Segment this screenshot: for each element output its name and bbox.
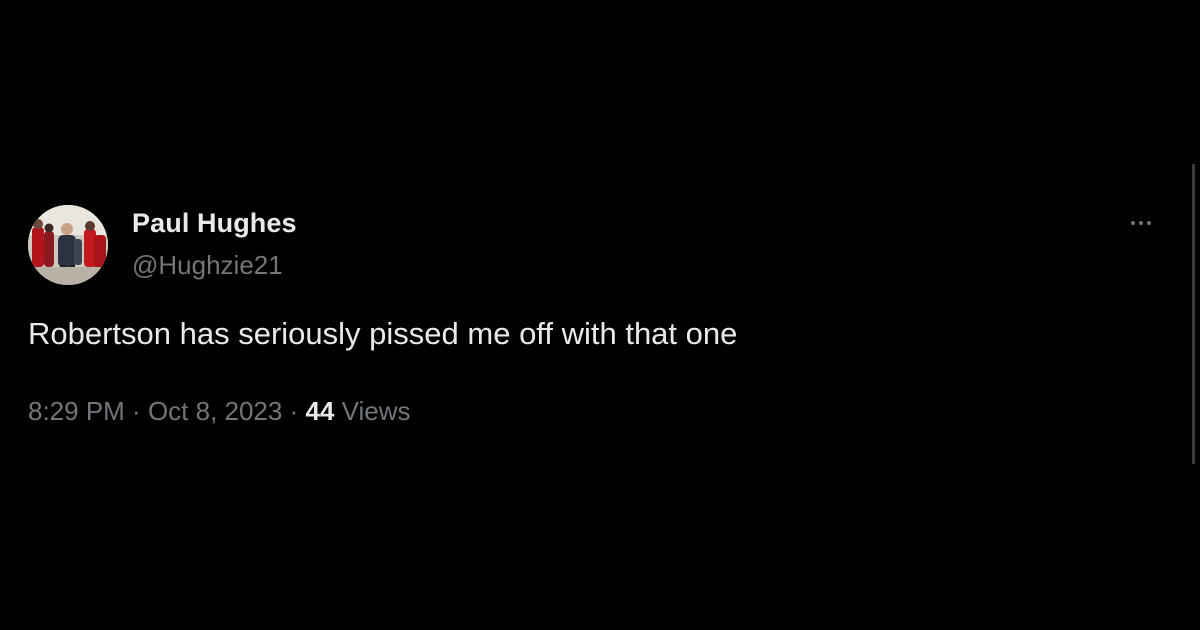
- more-options-button[interactable]: [1122, 208, 1160, 238]
- scrollbar[interactable]: [1192, 164, 1195, 464]
- avatar[interactable]: [28, 205, 108, 285]
- display-name[interactable]: Paul Hughes: [132, 208, 297, 239]
- tweet-time[interactable]: 8:29 PM: [28, 396, 125, 426]
- tweet-text: Robertson has seriously pissed me off wi…: [28, 316, 738, 351]
- user-handle[interactable]: @Hughzie21: [132, 250, 283, 281]
- more-horizontal-icon: [1131, 221, 1151, 225]
- tweet-metadata: 8:29 PM · Oct 8, 2023 · 44 Views: [28, 396, 411, 427]
- meta-separator: ·: [124, 396, 148, 426]
- meta-separator: ·: [282, 396, 306, 426]
- views-label: Views: [341, 396, 411, 426]
- tweet-card: Paul Hughes @Hughzie21 Robertson has ser…: [0, 0, 1200, 630]
- avatar-photo: [28, 205, 108, 285]
- views-count[interactable]: 44: [305, 396, 334, 426]
- tweet-date[interactable]: Oct 8, 2023: [148, 396, 282, 426]
